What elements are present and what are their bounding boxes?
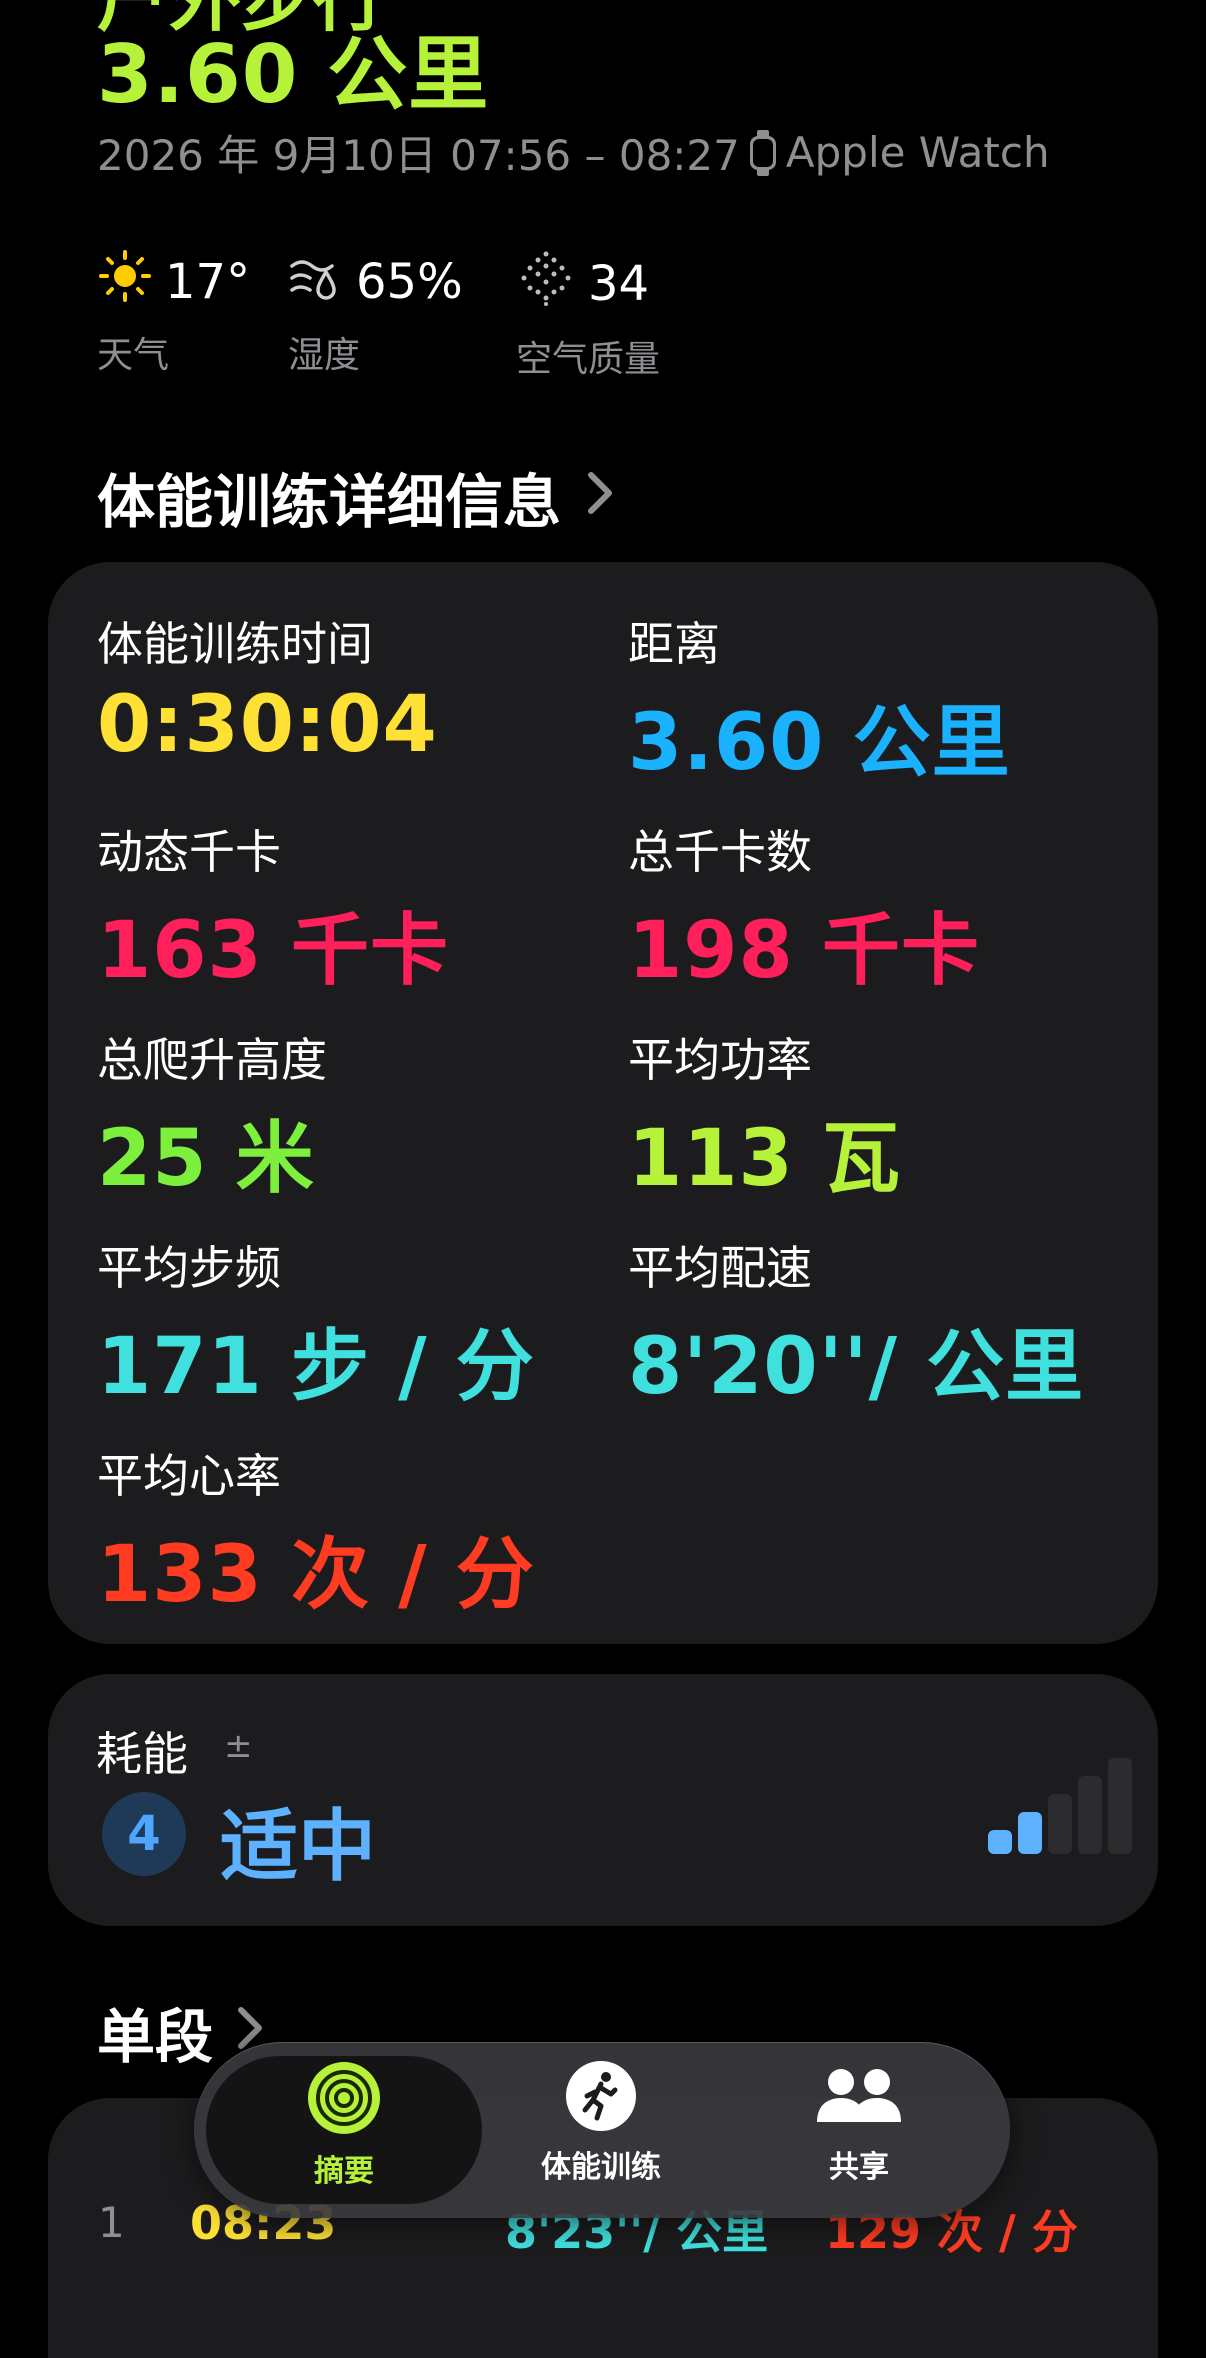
metric-label: 距离 xyxy=(628,617,720,671)
metric-value: 133 次 / 分 xyxy=(97,1530,535,1620)
metric-value: 8'20''/ 公里 xyxy=(628,1322,1085,1412)
metric-label: 平均功率 xyxy=(628,1033,812,1087)
air-quality-icon xyxy=(516,248,576,320)
metric-distance: 距离 3.60 公里 xyxy=(628,608,1011,792)
humidity-condition: 65% 湿度 xyxy=(288,248,463,378)
metric-average-cadence: 平均步频 171 步 / 分 xyxy=(97,1232,535,1416)
effort-level-text: 适中 xyxy=(220,1802,377,1892)
metric-value: 25 米 xyxy=(97,1114,315,1204)
metric-label: 总千卡数 xyxy=(628,825,812,879)
workout-details-header[interactable]: 体能训练详细信息 xyxy=(97,455,615,539)
tab-workouts[interactable]: 体能训练 xyxy=(491,2060,711,2186)
metric-average-pace: 平均配速 8'20''/ 公里 xyxy=(628,1232,1084,1416)
activity-rings-icon xyxy=(306,2060,382,2140)
metric-active-calories: 动态千卡 163 千卡 xyxy=(97,816,449,1000)
hero-distance: 3.60 公里 xyxy=(97,28,490,121)
effort-meter-bar xyxy=(988,1830,1012,1854)
metric-label: 总爬升高度 xyxy=(97,1033,327,1087)
metric-label: 动态千卡 xyxy=(97,825,281,879)
metric-value: 0:30:04 xyxy=(97,680,438,770)
splits-title: 单段 xyxy=(97,2003,214,2071)
effort-level-badge: 4 xyxy=(102,1792,186,1876)
metric-workout-time: 体能训练时间 0:30:04 xyxy=(97,608,438,770)
humidity-value: 65% xyxy=(356,254,463,310)
people-icon xyxy=(811,2060,907,2136)
workout-details-title: 体能训练详细信息 xyxy=(97,468,562,536)
air-quality-value: 34 xyxy=(588,256,650,312)
metric-label: 平均心率 xyxy=(97,1449,281,1503)
effort-meter-bar xyxy=(1078,1776,1102,1854)
metric-value: 198 千卡 xyxy=(628,906,980,996)
metric-total-calories: 总千卡数 198 千卡 xyxy=(628,816,980,1000)
tab-sharing-label: 共享 xyxy=(829,2150,889,2185)
chevron-right-icon xyxy=(585,463,615,531)
metric-value: 171 步 / 分 xyxy=(97,1322,535,1412)
effort-meter-bar xyxy=(1018,1812,1042,1854)
metric-label: 体能训练时间 xyxy=(97,617,373,671)
metric-value: 3.60 公里 xyxy=(628,698,1011,788)
metric-elevation-gain: 总爬升高度 25 米 xyxy=(97,1024,327,1208)
weather-condition: 17° 天气 xyxy=(97,248,250,378)
metric-label: 平均步频 xyxy=(97,1241,281,1295)
weather-label: 天气 xyxy=(97,335,170,376)
humidity-icon xyxy=(288,248,344,316)
air-quality-condition: 34 空气质量 xyxy=(516,248,660,382)
effort-meter-bar xyxy=(1108,1758,1132,1854)
date-line: 2026 年 9月10日 07:56 – 08:27 Apple Watch xyxy=(97,122,1050,183)
metric-value: 113 瓦 xyxy=(628,1114,901,1204)
weather-value: 17° xyxy=(165,254,251,310)
tab-summary-label: 摘要 xyxy=(314,2154,374,2189)
effort-label: 耗能 xyxy=(96,1727,188,1781)
tab-sharing[interactable]: 共享 xyxy=(749,2060,969,2186)
split-index: 1 xyxy=(98,2198,125,2247)
running-figure-icon xyxy=(565,2060,637,2136)
effort-meter-bar xyxy=(1048,1794,1072,1854)
plus-minus-icon[interactable]: ± xyxy=(224,1726,253,1766)
date-range: 2026 年 9月10日 07:56 – 08:27 xyxy=(97,131,740,180)
effort-meter-icon xyxy=(938,1744,1138,1868)
metric-value: 163 千卡 xyxy=(97,906,449,996)
workout-metrics-card[interactable]: 体能训练时间 0:30:04 距离 3.60 公里 动态千卡 163 千卡 总千… xyxy=(48,562,1158,1644)
sun-icon xyxy=(97,248,153,316)
tab-bar: 摘要 体能训练 共享 xyxy=(194,2042,1010,2218)
metric-label: 平均配速 xyxy=(628,1241,812,1295)
device-name: Apple Watch xyxy=(785,128,1050,177)
metric-average-power: 平均功率 113 瓦 xyxy=(628,1024,901,1208)
humidity-label: 湿度 xyxy=(288,335,361,376)
effort-card[interactable]: 耗能 ± 4 适中 xyxy=(48,1674,1158,1926)
air-quality-label: 空气质量 xyxy=(516,339,661,380)
tab-summary[interactable]: 摘要 xyxy=(234,2060,454,2190)
watch-icon xyxy=(748,129,778,176)
metric-average-heart-rate: 平均心率 133 次 / 分 xyxy=(97,1440,535,1624)
tab-workouts-label: 体能训练 xyxy=(541,2150,661,2185)
